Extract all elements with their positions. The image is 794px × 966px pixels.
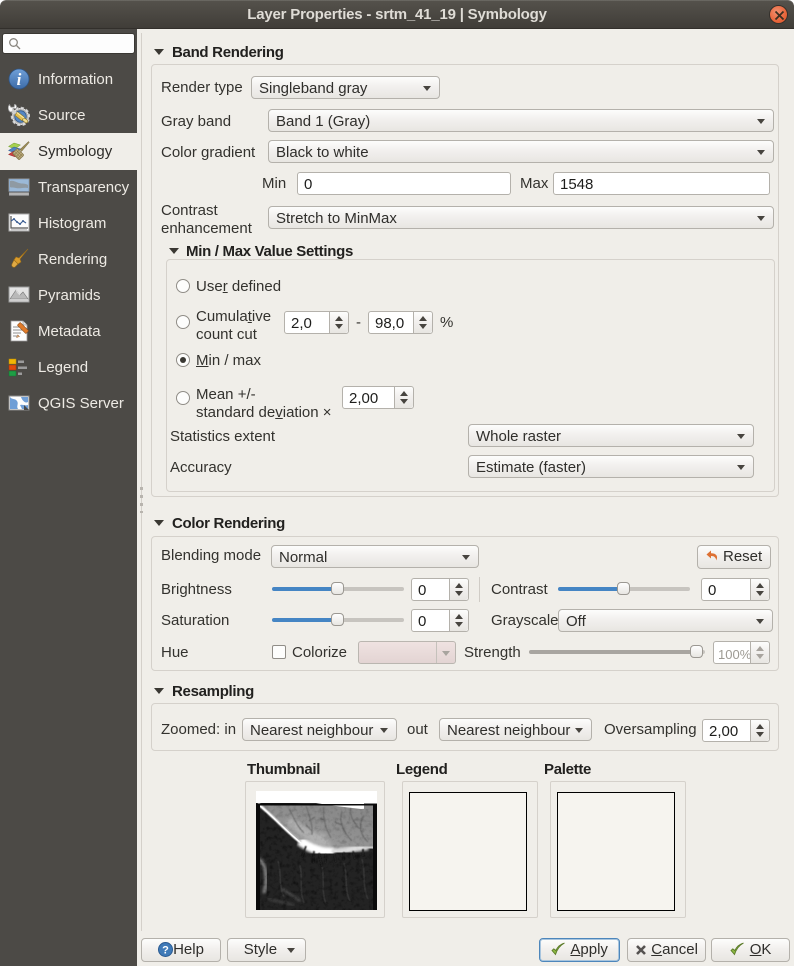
svg-text:?: ? xyxy=(162,945,169,957)
svg-text:i: i xyxy=(17,70,22,89)
